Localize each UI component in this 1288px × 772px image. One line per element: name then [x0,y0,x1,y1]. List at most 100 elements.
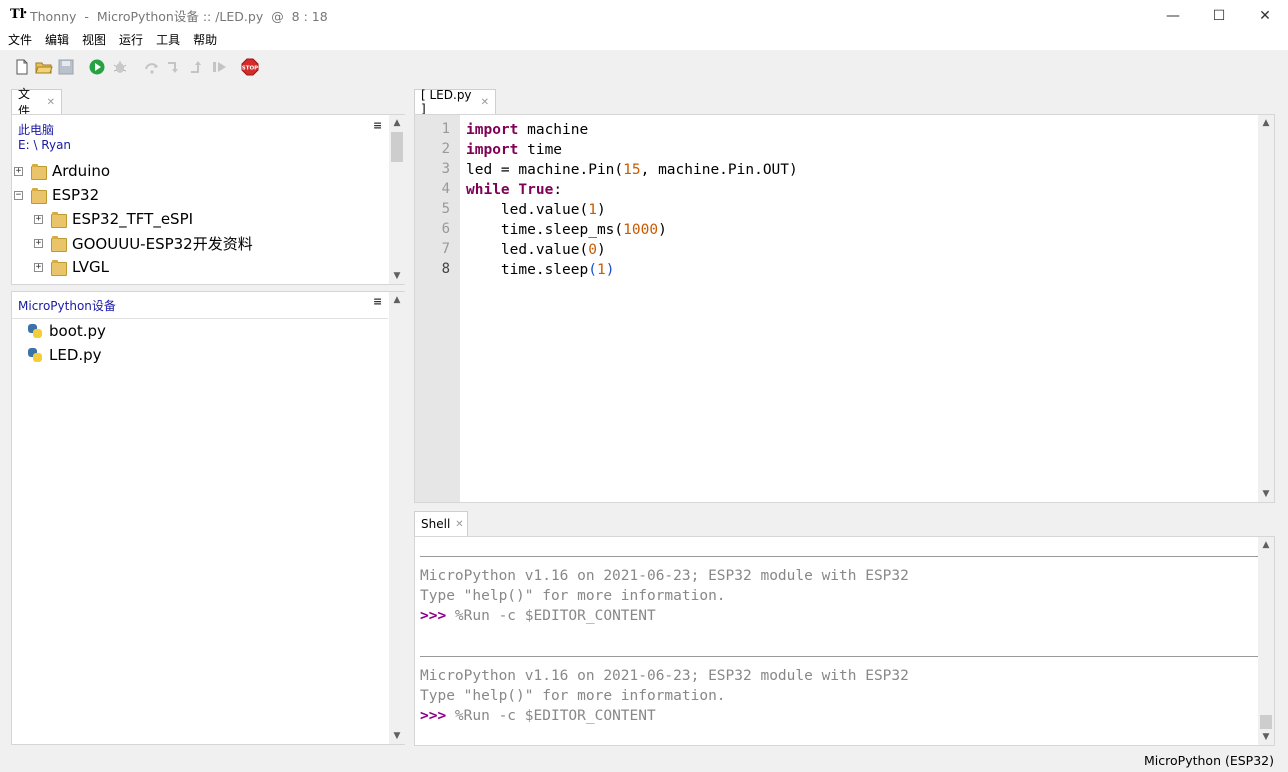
tree-row-esp32[interactable]: − ESP32 [14,184,99,206]
new-file-icon[interactable] [13,58,31,76]
device-header[interactable]: MicroPython设备 [18,297,116,314]
run-icon[interactable] [88,58,106,76]
collapse-icon[interactable]: − [14,190,23,200]
code-line[interactable]: while True: [466,180,798,200]
shell-panel[interactable]: MicroPython v1.16 on 2021-06-23; ESP32 m… [414,536,1275,746]
device-scrollbar[interactable]: ▲ ▼ [389,292,405,744]
code-token: import [466,122,519,138]
tree-label: ESP32 [52,186,100,204]
save-file-icon[interactable] [57,58,75,76]
file-row-boot[interactable]: boot.py [27,320,106,342]
code-token: , machine.Pin.OUT) [640,162,798,178]
shell-prompt: >>> [420,608,447,624]
shell-separator [420,656,1258,657]
shell-separator [420,556,1258,557]
menu-run[interactable]: 运行 [112,31,149,50]
code-token: 0 [588,242,597,258]
computer-path[interactable]: E: \ Ryan [18,138,71,152]
menu-tools[interactable]: 工具 [149,31,186,50]
menu-edit[interactable]: 编辑 [38,31,75,50]
close-button[interactable]: ✕ [1242,0,1288,31]
expand-icon[interactable]: + [34,262,43,272]
maximize-button[interactable]: ☐ [1196,0,1242,31]
panel-menu-icon[interactable]: ≡ [373,119,382,132]
scroll-up-icon[interactable]: ▲ [1258,537,1274,553]
scroll-thumb[interactable] [1260,715,1272,729]
code-token: 15 [623,162,641,178]
tree-row-lvgl[interactable]: + LVGL [34,256,109,278]
close-icon[interactable]: ✕ [455,519,463,530]
expand-icon[interactable]: + [34,238,43,248]
open-file-icon[interactable] [35,58,53,76]
shell-scrollbar[interactable]: ▲ ▼ [1258,537,1274,745]
shell-banner: MicroPython v1.16 on 2021-06-23; ESP32 m… [420,568,909,584]
tree-row-goouuu[interactable]: + GOOUUU-ESP32开发资料 [34,232,253,254]
step-over-icon[interactable] [143,58,161,76]
shell-help-text: Type "help()" for more information. [420,588,726,604]
code-token: 1 [588,202,597,218]
tree-label: LVGL [72,258,109,276]
divider [12,318,388,319]
shell-help-text: Type "help()" for more information. [420,688,726,704]
scroll-down-icon[interactable]: ▼ [1258,729,1274,745]
menu-view[interactable]: 视图 [75,31,112,50]
files-scrollbar[interactable]: ▲ ▼ [389,115,405,284]
close-icon[interactable]: ✕ [481,97,489,108]
shell-command: %Run -c $EDITOR_CONTENT [446,608,656,624]
code-line[interactable]: import machine [466,120,798,140]
folder-icon [31,188,47,204]
folder-icon [31,164,47,180]
resume-icon[interactable] [210,58,228,76]
code-token: machine [518,122,589,138]
folder-icon [51,260,67,276]
folder-icon [51,236,67,252]
menu-file[interactable]: 文件 [0,31,38,50]
debug-icon[interactable] [111,58,129,76]
folder-icon [51,212,67,228]
minimize-button[interactable]: — [1150,0,1196,31]
tab-files[interactable]: 文件 ✕ [11,87,62,118]
scroll-down-icon[interactable]: ▼ [389,728,405,744]
step-out-icon[interactable] [188,58,206,76]
menu-bar: 文件 编辑 视图 运行 工具 帮助 [0,31,1288,50]
shell-prompt: >>> [420,708,447,724]
file-row-led[interactable]: LED.py [27,344,102,366]
code-token: while [466,182,510,198]
window-title: Thonny - MicroPython设备 :: /LED.py @ 8 : … [30,8,328,24]
code-line[interactable]: time.sleep(1) [466,260,798,280]
scroll-up-icon[interactable]: ▲ [389,292,405,308]
code-token: led = machine.Pin( [466,162,624,178]
file-label: LED.py [49,346,102,364]
expand-icon[interactable]: + [34,214,43,224]
interpreter-status[interactable]: MicroPython (ESP32) [1144,753,1274,768]
scroll-up-icon[interactable]: ▲ [389,115,405,131]
code-line[interactable]: led.value(1) [466,200,798,220]
tree-row-arduino[interactable]: + Arduino [14,160,110,182]
code-line[interactable]: time.sleep_ms(1000) [466,220,798,240]
scroll-down-icon[interactable]: ▼ [1258,486,1274,502]
tab-shell[interactable]: Shell ✕ [414,511,468,536]
code-editor[interactable]: 1 2 3 4 5 6 7 8 import machine import tim… [414,114,1275,503]
scroll-thumb[interactable] [391,132,403,162]
line-number: 2 [441,141,450,157]
code-token: 1000 [623,222,659,238]
tab-led-py[interactable]: [ LED.py ] ✕ [414,88,496,116]
code-token: 1 [596,262,606,278]
editor-scrollbar[interactable]: ▲ ▼ [1258,115,1274,502]
computer-header[interactable]: 此电脑 [18,121,54,138]
line-number: 5 [441,201,450,217]
panel-menu-icon[interactable]: ≡ [373,295,382,308]
expand-icon[interactable]: + [14,166,23,176]
code-line[interactable]: import time [466,140,798,160]
close-icon[interactable]: ✕ [47,97,55,108]
scroll-down-icon[interactable]: ▼ [389,268,405,284]
code-line[interactable]: led.value(0) [466,240,798,260]
menu-help[interactable]: 帮助 [186,31,223,50]
stop-icon[interactable]: STOP [241,58,259,76]
step-into-icon[interactable] [165,58,183,76]
code-text[interactable]: import machine import time led = machine.P… [466,120,798,280]
code-line[interactable]: led = machine.Pin(15, machine.Pin.OUT) [466,160,798,180]
scroll-up-icon[interactable]: ▲ [1258,115,1274,131]
code-token: ) [596,242,606,258]
tree-row-esp32-tft-espi[interactable]: + ESP32_TFT_eSPI [34,208,193,230]
